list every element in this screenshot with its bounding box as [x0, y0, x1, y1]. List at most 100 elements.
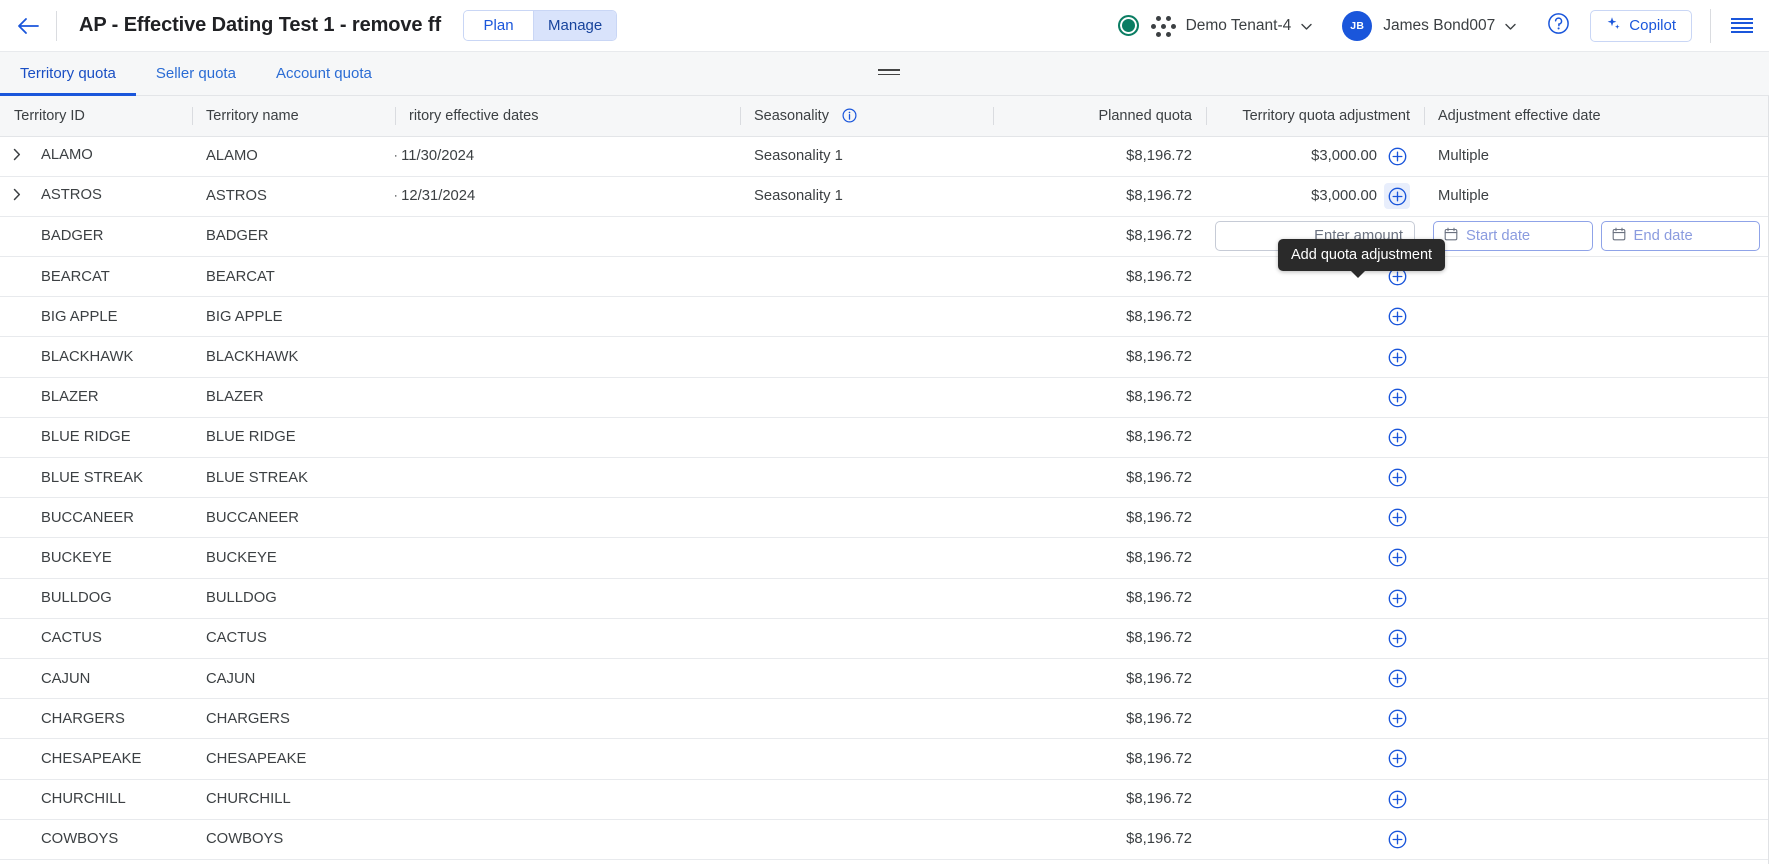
user-menu[interactable]: JB James Bond007	[1338, 0, 1520, 52]
cell-quota-adjustment[interactable]	[1206, 537, 1424, 579]
back-button[interactable]	[0, 0, 56, 52]
add-quota-adjustment-button[interactable]	[1384, 545, 1410, 571]
add-quota-adjustment-button[interactable]	[1384, 625, 1410, 651]
cell-adjustment-effective-date[interactable]	[1424, 296, 1769, 338]
cell-quota-adjustment[interactable]	[1206, 497, 1424, 539]
help-button[interactable]	[1532, 0, 1584, 52]
cell-quota-adjustment[interactable]	[1206, 819, 1424, 860]
tab-territory-quota[interactable]: Territory quota	[0, 52, 136, 96]
cell-planned-quota: $8,196.72	[993, 377, 1206, 418]
add-quota-adjustment-button[interactable]	[1384, 424, 1410, 450]
table-row[interactable]: CHARGERS CHARGERS $8,196.72	[0, 698, 1769, 740]
cell-adjustment-effective-date[interactable]	[1424, 819, 1769, 860]
cell-quota-adjustment[interactable]	[1206, 658, 1424, 700]
table-row[interactable]: BEARCAT BEARCAT $8,196.72	[0, 256, 1769, 298]
table-row[interactable]: BLUE STREAK BLUE STREAK $8,196.72	[0, 457, 1769, 499]
add-quota-adjustment-button[interactable]	[1384, 344, 1410, 370]
cell-adjustment-effective-date[interactable]	[1424, 336, 1769, 378]
cell-adjustment-effective-date[interactable]: Start date End date	[1424, 216, 1769, 258]
cell-quota-adjustment[interactable]	[1206, 377, 1424, 418]
start-date-field[interactable]: Start date	[1433, 221, 1593, 252]
plan-button[interactable]: Plan	[464, 11, 535, 40]
cell-adjustment-effective-date[interactable]	[1424, 377, 1769, 418]
cell-seasonality	[740, 578, 993, 619]
add-quota-adjustment-button[interactable]	[1384, 706, 1410, 732]
add-quota-adjustment-button[interactable]	[1384, 826, 1410, 852]
cell-adjustment-effective-date[interactable]	[1424, 578, 1769, 619]
table-row[interactable]: BADGER BADGER $8,196.72 Start date End date	[0, 216, 1769, 258]
add-quota-adjustment-button[interactable]	[1384, 143, 1410, 169]
table-row[interactable]: CACTUS CACTUS $8,196.72	[0, 618, 1769, 659]
territory-id-label: ALAMO	[41, 147, 93, 164]
manage-button[interactable]: Manage	[534, 11, 617, 40]
cell-quota-adjustment[interactable]	[1206, 336, 1424, 378]
table-row[interactable]: BIG APPLE BIG APPLE $8,196.72	[0, 296, 1769, 338]
add-quota-adjustment-button[interactable]	[1384, 585, 1410, 611]
cell-planned-quota: $8,196.72	[993, 819, 1206, 860]
column-header-planned-quota[interactable]: Planned quota	[993, 96, 1206, 137]
cell-territory-name: BLUE RIDGE	[192, 417, 395, 459]
cell-adjustment-effective-date[interactable]	[1424, 779, 1769, 820]
cell-quota-adjustment[interactable]	[1206, 578, 1424, 619]
cell-quota-adjustment[interactable]	[1206, 457, 1424, 499]
cell-adjustment-effective-date[interactable]	[1424, 658, 1769, 700]
expand-row-chevron-icon[interactable]	[13, 148, 27, 165]
cell-quota-adjustment[interactable]	[1206, 779, 1424, 820]
table-row[interactable]: CHURCHILL CHURCHILL $8,196.72	[0, 779, 1769, 820]
add-quota-adjustment-button[interactable]	[1384, 505, 1410, 531]
cell-adjustment-effective-date[interactable]	[1424, 738, 1769, 780]
tenant-selector[interactable]: Demo Tenant-4	[1146, 0, 1317, 52]
plan-manage-toggle[interactable]: Plan Manage	[463, 10, 618, 41]
main-menu-button[interactable]	[1715, 0, 1769, 52]
cell-quota-adjustment[interactable]	[1206, 618, 1424, 659]
column-header-territory-id[interactable]: Territory ID	[0, 96, 192, 137]
status-indicator[interactable]	[1112, 0, 1146, 52]
cell-quota-adjustment[interactable]	[1206, 738, 1424, 780]
cell-quota-adjustment[interactable]: $3,000.00	[1206, 136, 1424, 177]
add-quota-adjustment-button[interactable]	[1384, 786, 1410, 812]
table-row[interactable]: BLUE RIDGE BLUE RIDGE $8,196.72	[0, 417, 1769, 459]
drag-grip-icon[interactable]	[878, 66, 900, 78]
add-quota-adjustment-button[interactable]	[1384, 465, 1410, 491]
cell-quota-adjustment[interactable]	[1206, 698, 1424, 740]
column-header-adjustment-effective-date[interactable]: Adjustment effective date	[1424, 96, 1769, 137]
table-row[interactable]: COWBOYS COWBOYS $8,196.72	[0, 819, 1769, 860]
table-row[interactable]: BULLDOG BULLDOG $8,196.72	[0, 578, 1769, 619]
add-quota-adjustment-button[interactable]	[1384, 183, 1410, 210]
cell-adjustment-effective-date[interactable]	[1424, 256, 1769, 298]
end-date-field[interactable]: End date	[1600, 221, 1760, 252]
table-row[interactable]: ASTROS ASTROS/2024 - 12/31/2024 Seasonalit…	[0, 176, 1769, 217]
add-quota-adjustment-button[interactable]	[1384, 746, 1410, 772]
table-row[interactable]: CHESAPEAKE CHESAPEAKE $8,196.72	[0, 738, 1769, 780]
cell-quota-adjustment[interactable]: $3,000.00	[1206, 176, 1424, 217]
info-icon[interactable]	[842, 108, 857, 123]
table-row[interactable]: BUCKEYE BUCKEYE $8,196.72	[0, 537, 1769, 579]
table-row[interactable]: CAJUN CAJUN $8,196.72	[0, 658, 1769, 700]
tab-seller-quota[interactable]: Seller quota	[136, 52, 256, 95]
cell-quota-adjustment[interactable]	[1206, 296, 1424, 338]
cell-adjustment-effective-date[interactable]: Multiple	[1424, 176, 1769, 217]
cell-adjustment-effective-date[interactable]	[1424, 417, 1769, 459]
cell-adjustment-effective-date[interactable]	[1424, 497, 1769, 539]
cell-adjustment-effective-date[interactable]	[1424, 457, 1769, 499]
table-row[interactable]: ALAMO ALAMO/2024 - 11/30/2024 Seasonality …	[0, 136, 1769, 177]
add-quota-adjustment-button[interactable]	[1384, 666, 1410, 692]
column-header-effective-dates[interactable]: ritory effective dates	[395, 96, 740, 137]
cell-adjustment-effective-date[interactable]: Multiple	[1424, 136, 1769, 177]
cell-adjustment-effective-date[interactable]	[1424, 618, 1769, 659]
tab-account-quota[interactable]: Account quota	[256, 52, 392, 95]
expand-row-chevron-icon[interactable]	[13, 188, 27, 205]
table-row[interactable]: BUCCANEER BUCCANEER $8,196.72	[0, 497, 1769, 539]
cell-adjustment-effective-date[interactable]	[1424, 698, 1769, 740]
cell-quota-adjustment[interactable]	[1206, 417, 1424, 459]
column-header-quota-adjustment[interactable]: Territory quota adjustment	[1206, 96, 1424, 137]
column-header-seasonality[interactable]: Seasonality	[740, 96, 993, 137]
copilot-button[interactable]: Copilot	[1590, 9, 1692, 42]
table-row[interactable]: BLAZER BLAZER $8,196.72	[0, 377, 1769, 418]
add-quota-adjustment-button[interactable]	[1384, 304, 1410, 330]
table-row[interactable]: BLACKHAWK BLACKHAWK $8,196.72	[0, 336, 1769, 378]
add-quota-adjustment-button[interactable]	[1384, 384, 1410, 410]
column-header-territory-name[interactable]: Territory name	[192, 96, 395, 137]
cell-effective-dates	[395, 377, 740, 418]
cell-adjustment-effective-date[interactable]	[1424, 537, 1769, 579]
